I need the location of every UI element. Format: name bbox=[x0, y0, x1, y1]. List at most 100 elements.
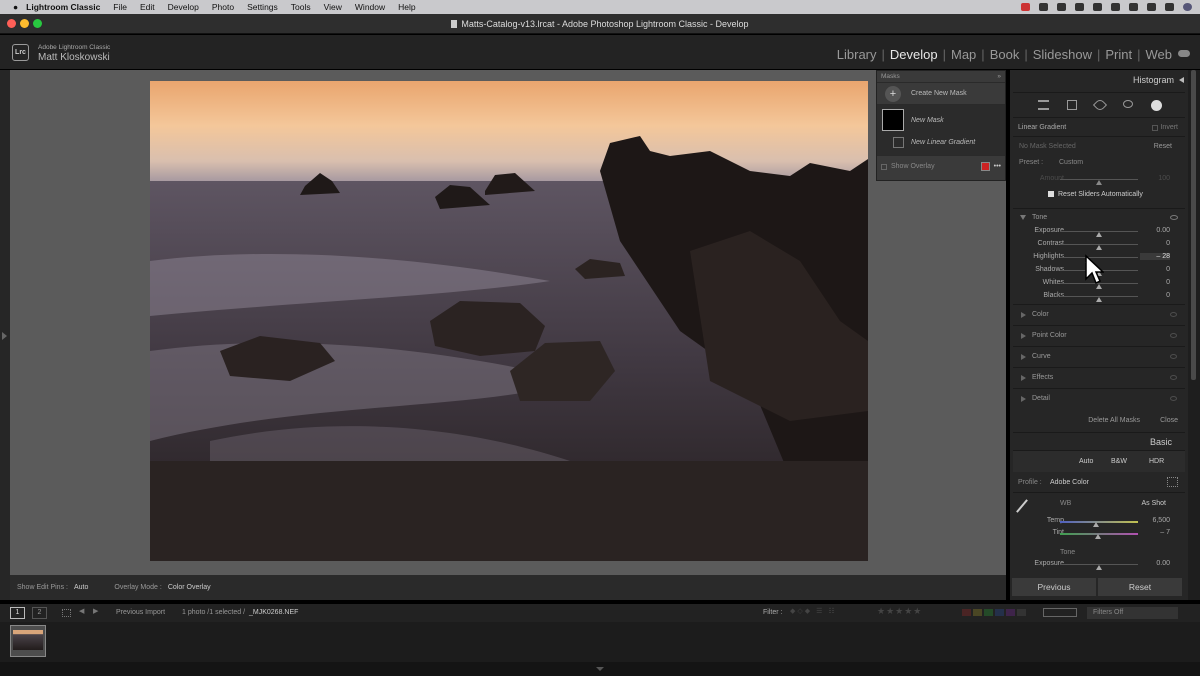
tone-collapse-icon[interactable] bbox=[1020, 215, 1026, 220]
section-detail[interactable]: Detail bbox=[1013, 388, 1185, 408]
delete-all-masks-button[interactable]: Delete All Masks bbox=[1088, 417, 1140, 424]
slider-thumb[interactable] bbox=[1096, 245, 1102, 250]
module-develop[interactable]: Develop bbox=[890, 47, 938, 62]
flag-filter-icons[interactable]: ◆◇◆ ☰ ☷ bbox=[790, 607, 837, 615]
expand-histogram-icon[interactable] bbox=[1179, 77, 1184, 83]
custom-filter-toggle[interactable] bbox=[1043, 608, 1077, 617]
histogram-header[interactable]: Histogram bbox=[1133, 75, 1174, 85]
profile-select[interactable]: Adobe Color bbox=[1050, 479, 1089, 486]
menu-file[interactable]: File bbox=[113, 2, 127, 12]
slider-value[interactable]: 0 bbox=[1140, 292, 1170, 299]
slider-thumb[interactable] bbox=[1096, 297, 1102, 302]
color-eye-icon[interactable] bbox=[1170, 312, 1177, 317]
tray-wifi-icon[interactable] bbox=[1129, 3, 1138, 11]
menu-help[interactable]: Help bbox=[398, 2, 415, 12]
section-curve[interactable]: Curve bbox=[1013, 346, 1185, 366]
temp-slider-thumb[interactable] bbox=[1093, 522, 1099, 527]
temp-value[interactable]: 6,500 bbox=[1140, 517, 1170, 524]
tint-slider-thumb[interactable] bbox=[1095, 534, 1101, 539]
zoom-window-icon[interactable] bbox=[33, 19, 42, 28]
menu-tools[interactable]: Tools bbox=[291, 2, 311, 12]
file-name[interactable]: _MJK0268.NEF bbox=[249, 609, 298, 616]
profile-browser-icon[interactable] bbox=[1167, 477, 1178, 487]
tray-red-icon[interactable] bbox=[1021, 3, 1030, 11]
create-new-mask-button[interactable]: + Create New Mask bbox=[877, 83, 1005, 105]
minimize-window-icon[interactable] bbox=[20, 19, 29, 28]
slider-value[interactable]: 0 bbox=[1140, 279, 1170, 286]
color-label-filter[interactable] bbox=[962, 609, 1026, 616]
module-slideshow[interactable]: Slideshow bbox=[1033, 47, 1092, 62]
right-panel-scrollbar[interactable] bbox=[1188, 70, 1200, 600]
menu-settings[interactable]: Settings bbox=[247, 2, 278, 12]
amount-slider-thumb[interactable] bbox=[1096, 180, 1102, 185]
module-map[interactable]: Map bbox=[951, 47, 976, 62]
module-book[interactable]: Book bbox=[990, 47, 1020, 62]
slider-value[interactable]: 0 bbox=[1140, 240, 1170, 247]
menu-develop[interactable]: Develop bbox=[168, 2, 199, 12]
basic-header[interactable]: Basic bbox=[1150, 437, 1172, 447]
slider-track[interactable] bbox=[1060, 244, 1138, 250]
menu-app-name[interactable]: Lightroom Classic bbox=[26, 2, 100, 12]
module-web[interactable]: Web bbox=[1146, 47, 1173, 62]
slider-value[interactable]: 0 bbox=[1140, 266, 1170, 273]
detail-eye-icon[interactable] bbox=[1170, 396, 1177, 401]
tray-drive-icon[interactable] bbox=[1039, 3, 1048, 11]
hdr-button[interactable]: HDR bbox=[1149, 458, 1164, 465]
edit-pins-select[interactable]: Auto bbox=[74, 584, 88, 591]
overlay-mode-select[interactable]: Color Overlay bbox=[168, 584, 211, 591]
tray-clock-icon[interactable] bbox=[1075, 3, 1084, 11]
edit-sliders-icon[interactable] bbox=[1038, 100, 1049, 110]
crop-icon[interactable] bbox=[1067, 100, 1077, 110]
grid-view-icon[interactable] bbox=[62, 609, 71, 617]
previous-button[interactable]: Previous bbox=[1012, 578, 1096, 596]
close-masks-button[interactable]: Close bbox=[1160, 417, 1178, 424]
apple-icon[interactable]: ● bbox=[13, 2, 18, 12]
healing-icon[interactable] bbox=[1092, 97, 1108, 113]
amount-value[interactable]: 100 bbox=[1140, 175, 1170, 182]
expand-filmstrip-icon[interactable] bbox=[596, 667, 604, 671]
filters-off-select[interactable]: Filters Off bbox=[1087, 607, 1178, 619]
primary-display-button[interactable]: 1 bbox=[10, 607, 25, 619]
show-overlay-checkbox[interactable] bbox=[881, 163, 887, 170]
slider-track[interactable] bbox=[1060, 231, 1138, 237]
reset-button[interactable]: Reset bbox=[1098, 578, 1182, 596]
overlay-color-swatch[interactable] bbox=[980, 162, 990, 171]
expand-left-panel-icon[interactable] bbox=[2, 332, 7, 340]
tray-search-icon[interactable] bbox=[1165, 3, 1174, 11]
reset-sliders-checkbox[interactable] bbox=[1048, 191, 1054, 197]
masking-icon[interactable] bbox=[1151, 100, 1162, 111]
tray-play-icon[interactable] bbox=[1093, 3, 1102, 11]
tray-siri-icon[interactable] bbox=[1183, 3, 1192, 11]
mask-component-name[interactable]: New Linear Gradient bbox=[911, 139, 975, 146]
secondary-display-button[interactable]: 2 bbox=[32, 607, 47, 619]
slider-value[interactable]: – 28 bbox=[1140, 253, 1170, 260]
red-eye-icon[interactable] bbox=[1123, 100, 1133, 108]
temp-slider-track[interactable] bbox=[1060, 521, 1138, 527]
menu-photo[interactable]: Photo bbox=[212, 2, 234, 12]
forward-arrow-icon[interactable]: ▶ bbox=[93, 607, 98, 615]
cloud-icon[interactable] bbox=[1178, 50, 1190, 57]
star-rating-filter[interactable]: ★★★★★ bbox=[877, 606, 922, 617]
menu-edit[interactable]: Edit bbox=[140, 2, 155, 12]
module-library[interactable]: Library bbox=[837, 47, 877, 62]
preset-select[interactable]: Custom bbox=[1059, 159, 1083, 166]
module-print[interactable]: Print bbox=[1105, 47, 1132, 62]
tray-control-center-icon[interactable] bbox=[1147, 3, 1156, 11]
bw-button[interactable]: B&W bbox=[1111, 458, 1127, 465]
mask-thumbnail[interactable] bbox=[882, 109, 904, 131]
menu-view[interactable]: View bbox=[324, 2, 342, 12]
left-panel-collapsed[interactable] bbox=[0, 70, 10, 600]
section-point-color[interactable]: Point Color bbox=[1013, 325, 1185, 345]
tint-slider-track[interactable] bbox=[1060, 533, 1138, 539]
gradient-component-icon[interactable] bbox=[893, 137, 904, 148]
more-options-icon[interactable]: ••• bbox=[994, 163, 1001, 170]
slider-value[interactable]: 0.00 bbox=[1140, 227, 1170, 234]
back-arrow-icon[interactable]: ◀ bbox=[79, 607, 84, 615]
exposure-basic-track[interactable] bbox=[1060, 564, 1138, 570]
exposure-basic-thumb[interactable] bbox=[1096, 565, 1102, 570]
section-effects[interactable]: Effects bbox=[1013, 367, 1185, 387]
point-color-eye-icon[interactable] bbox=[1170, 333, 1177, 338]
slider-thumb[interactable] bbox=[1096, 232, 1102, 237]
collapse-masks-icon[interactable]: » bbox=[997, 73, 1001, 80]
effects-eye-icon[interactable] bbox=[1170, 375, 1177, 380]
